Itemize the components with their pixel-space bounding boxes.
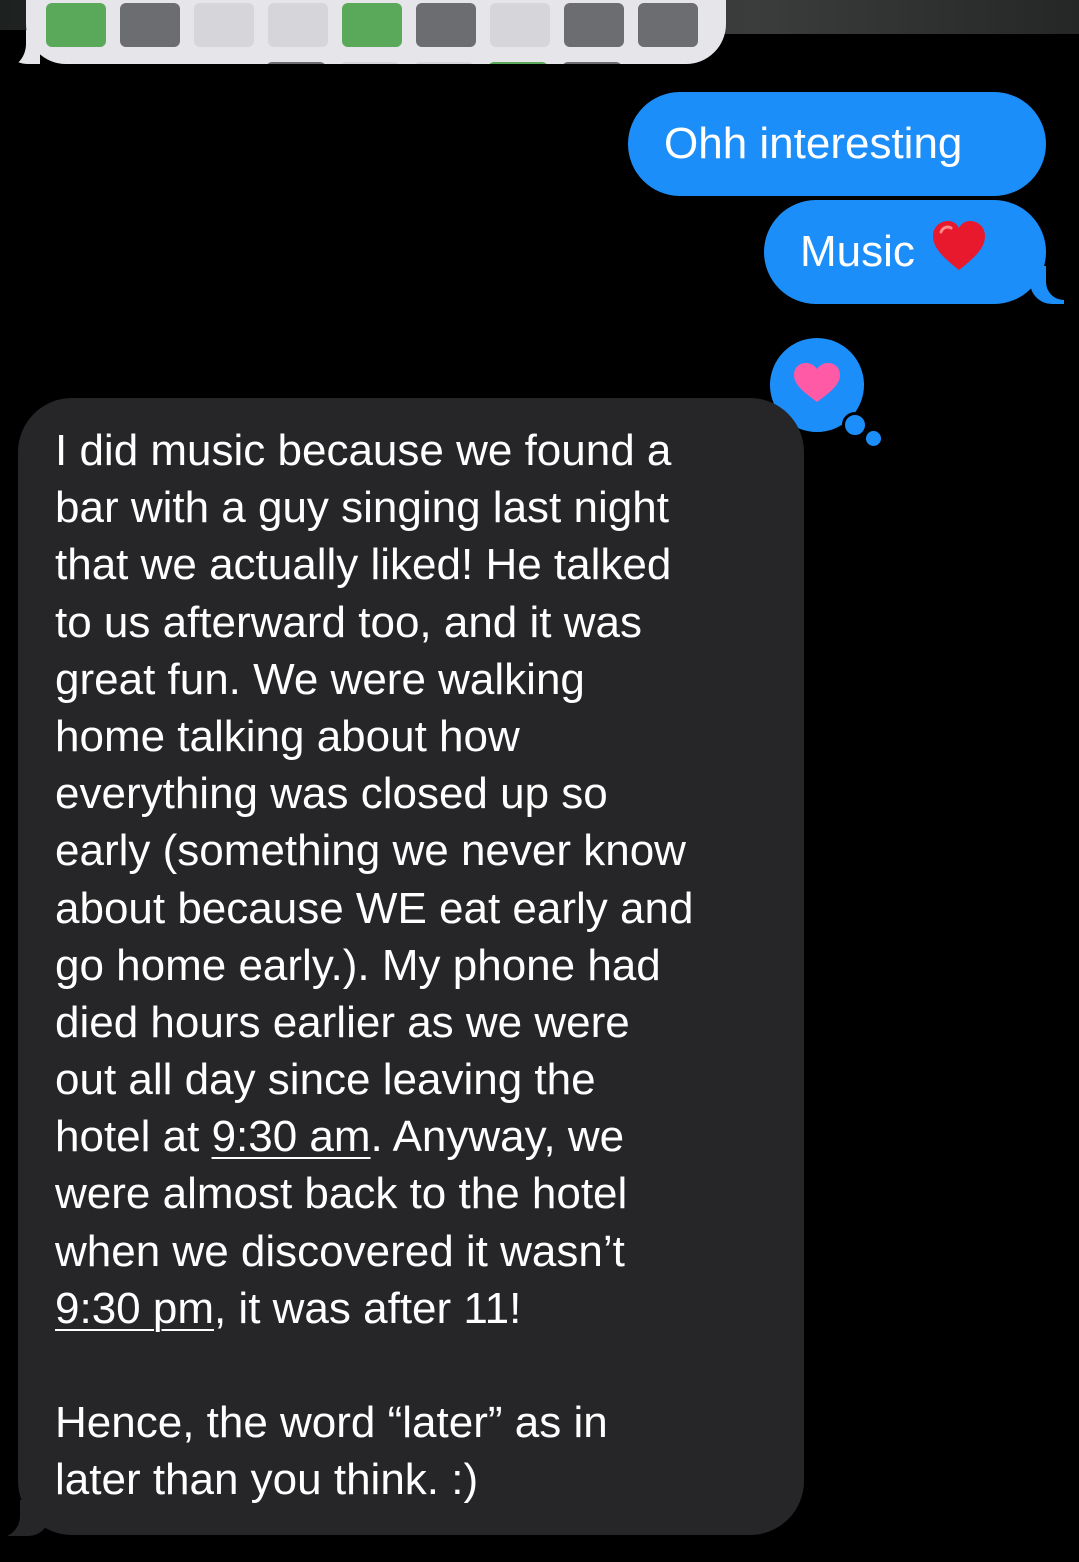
- score-tile: [194, 3, 254, 47]
- message-line: died hours earlier as we were: [55, 997, 630, 1047]
- message-line: Hence, the word “later” as in: [55, 1398, 608, 1448]
- score-tile: [266, 62, 326, 64]
- score-tile: [340, 62, 400, 64]
- message-line: that we actually liked! He talked: [55, 540, 672, 590]
- previous-bubble-body: [26, 0, 726, 64]
- score-tile: [562, 62, 622, 64]
- score-tile: [638, 3, 698, 47]
- tapback-bubble-dot: [842, 412, 868, 438]
- message-line: great fun. We were walking: [55, 654, 585, 704]
- tapback-bubble-dot: [866, 431, 881, 446]
- message-line: out all day since leaving the: [55, 1055, 596, 1105]
- previous-tail-mask: [0, 30, 26, 70]
- message-line: 9:30 pm, it was after 11!: [55, 1280, 768, 1337]
- message-text: hotel at: [55, 1112, 212, 1162]
- message-text: Ohh interesting: [664, 118, 963, 168]
- score-tile: [414, 62, 474, 64]
- message-text: . Anyway, we: [370, 1112, 625, 1162]
- message-text: , it was after 11!: [213, 1283, 522, 1333]
- score-tile: [488, 62, 548, 64]
- red-heart-emoji-icon: [931, 220, 987, 285]
- heart-icon: [793, 362, 841, 408]
- message-line: home talking about how: [55, 711, 520, 761]
- message-line: go home early.). My phone had: [55, 940, 661, 990]
- score-tile: [120, 3, 180, 47]
- time-link[interactable]: 9:30 am: [212, 1112, 371, 1161]
- score-tile: [490, 3, 550, 47]
- message-line: later than you think. :): [55, 1455, 479, 1505]
- message-line: I did music because we found a: [55, 426, 672, 475]
- incoming-message-bubble[interactable]: I did music because we found a bar with …: [18, 398, 804, 1535]
- message-line: were almost back to the hotel: [55, 1169, 628, 1219]
- score-tile: [342, 3, 402, 47]
- score-tile: [268, 3, 328, 47]
- message-line: when we discovered it wasn’t: [55, 1226, 625, 1276]
- message-text: Music: [800, 226, 915, 276]
- outgoing-tail-mask: [1046, 260, 1079, 300]
- outgoing-message-bubble[interactable]: Ohh interesting: [628, 92, 1046, 196]
- outgoing-message-bubble[interactable]: Music: [764, 200, 1046, 304]
- message-line: early (something we never know: [55, 826, 686, 876]
- score-tile-row: [46, 3, 698, 47]
- score-tile: [416, 3, 476, 47]
- score-tile: [46, 3, 106, 47]
- score-tile: [564, 3, 624, 47]
- score-tile-row: [266, 62, 622, 64]
- message-line: about because WE eat early and: [55, 883, 694, 933]
- message-line: to us afterward too, and it was: [55, 597, 642, 647]
- time-link[interactable]: 9:30 pm: [55, 1284, 214, 1333]
- message-line: everything was closed up so: [55, 769, 608, 819]
- message-line: bar with a guy singing last night: [55, 483, 669, 533]
- message-line: hotel at 9:30 am. Anyway, we: [55, 1108, 768, 1165]
